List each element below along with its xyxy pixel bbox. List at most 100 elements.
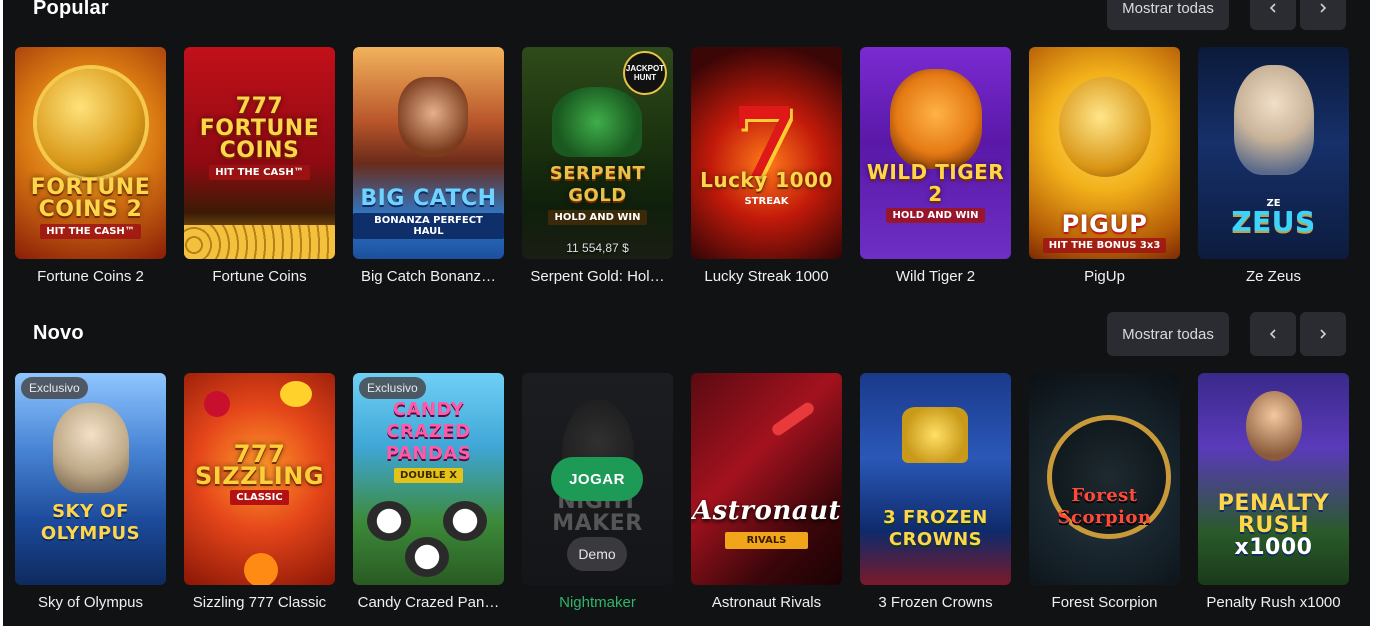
game-name[interactable]: PigUp [1029, 268, 1180, 285]
game-card[interactable]: 777 SIZZLING CLASSIC Sizzling 777 Classi… [184, 373, 335, 611]
game-name[interactable]: Big Catch Bonanz… [353, 268, 504, 285]
game-thumbnail[interactable]: Forest Scorpion [1029, 373, 1180, 585]
game-art: WILD TIGER 2 HOLD AND WIN [860, 47, 1011, 259]
game-name[interactable]: 3 Frozen Crowns [860, 594, 1011, 611]
game-thumbnail[interactable]: Exclusivo CANDY CRAZED PANDAS DOUBLE X [353, 373, 504, 585]
game-thumbnail[interactable]: FORTUNE COINS 2 HIT THE CASH™ [15, 47, 166, 259]
game-art: BIG CATCH BONANZA PERFECT HAUL [353, 47, 504, 259]
game-thumbnail[interactable]: NIGHT MAKER JOGAR Demo [522, 373, 673, 585]
game-art-subtitle: STREAK [744, 196, 789, 207]
game-thumbnail[interactable]: 3 FROZEN CROWNS [860, 373, 1011, 585]
game-art-title: 3 FROZEN CROWNS [883, 507, 988, 550]
next-button[interactable] [1300, 0, 1346, 30]
demo-button[interactable]: Demo [567, 537, 627, 571]
section-title: Popular [33, 0, 109, 19]
game-card[interactable]: PIGUP HIT THE BONUS 3x3 PigUp [1029, 47, 1180, 285]
game-name[interactable]: Ze Zeus [1198, 268, 1349, 285]
game-name[interactable]: Serpent Gold: Hol… [522, 268, 673, 285]
game-art-subtitle: DOUBLE X [394, 468, 463, 483]
game-art-subtitle: HIT THE CASH™ [209, 165, 310, 180]
game-name[interactable]: Fortune Coins 2 [15, 268, 166, 285]
play-button[interactable]: JOGAR [551, 457, 643, 501]
game-card[interactable]: PENALTY RUSH x1000 Penalty Rush x1000 [1198, 373, 1349, 611]
game-art-title: SKY OF OLYMPUS [40, 501, 141, 544]
game-card[interactable]: Forest Scorpion Forest Scorpion [1029, 373, 1180, 611]
game-art-title: BIG CATCH [360, 186, 497, 211]
game-thumbnail[interactable]: 777 SIZZLING CLASSIC [184, 373, 335, 585]
chevron-left-icon [1269, 3, 1276, 13]
game-art-title: 777 SIZZLING [194, 440, 325, 490]
game-art-title: PIGUP [1061, 210, 1148, 238]
game-thumbnail[interactable]: PENALTY RUSH x1000 [1198, 373, 1349, 585]
game-thumbnail[interactable]: BIG CATCH BONANZA PERFECT HAUL [353, 47, 504, 259]
game-art-subtitle: HIT THE CASH™ [40, 224, 141, 239]
game-card[interactable]: Astronaut RIVALS Astronaut Rivals [691, 373, 842, 611]
game-card[interactable]: 777 FORTUNE COINS HIT THE CASH™ Fortune … [184, 47, 335, 285]
game-thumbnail[interactable]: Exclusivo SKY OF OLYMPUS [15, 373, 166, 585]
game-name[interactable]: Astronaut Rivals [691, 594, 842, 611]
game-name[interactable]: Sizzling 777 Classic [184, 594, 335, 611]
game-name[interactable]: Wild Tiger 2 [860, 268, 1011, 285]
game-card[interactable]: Exclusivo CANDY CRAZED PANDAS DOUBLE X C… [353, 373, 504, 611]
game-name[interactable]: Penalty Rush x1000 [1198, 594, 1349, 611]
game-art-title: CANDY CRAZED PANDAS [385, 399, 472, 464]
game-name[interactable]: Lucky Streak 1000 [691, 268, 842, 285]
game-thumbnail[interactable]: Astronaut RIVALS [691, 373, 842, 585]
game-art-subtitle: BONANZA PERFECT HAUL [353, 213, 504, 239]
chevron-left-icon [1269, 329, 1276, 339]
game-card[interactable]: ZE ZEUS Ze Zeus [1198, 47, 1349, 285]
game-art-title: SERPENT GOLD [549, 163, 646, 206]
game-art-title: Forest Scorpion [1057, 485, 1152, 528]
game-card[interactable]: 7 Lucky 1000 STREAK Lucky Streak 1000 [691, 47, 842, 285]
prev-button[interactable] [1250, 0, 1296, 30]
game-art-title: 777 FORTUNE COINS [199, 94, 320, 163]
game-art-title: Astronaut [691, 496, 842, 526]
game-art-title: FORTUNE COINS 2 [30, 175, 151, 222]
prev-button[interactable] [1250, 312, 1296, 356]
game-art: SERPENT GOLD HOLD AND WIN [522, 47, 673, 259]
game-art: 777 SIZZLING CLASSIC [184, 373, 335, 585]
jackpot-amount: 11 554,87 $ [566, 241, 629, 255]
game-art-title: PENALTY RUSH [1217, 491, 1330, 538]
game-thumbnail[interactable]: PIGUP HIT THE BONUS 3x3 [1029, 47, 1180, 259]
game-thumbnail[interactable]: ZE ZEUS [1198, 47, 1349, 259]
game-art-title: Lucky 1000 [700, 168, 833, 192]
game-art-subtitle: HIT THE BONUS 3x3 [1042, 238, 1167, 253]
game-thumbnail[interactable]: JACKPOT HUNT SERPENT GOLD HOLD AND WIN 1… [522, 47, 673, 259]
game-art: Forest Scorpion [1029, 373, 1180, 585]
game-art: SKY OF OLYMPUS [15, 373, 166, 585]
game-card[interactable]: FORTUNE COINS 2 HIT THE CASH™ Fortune Co… [15, 47, 166, 285]
game-art-subtitle: x1000 [1234, 535, 1313, 560]
game-art-subtitle: HOLD AND WIN [548, 210, 647, 225]
game-card[interactable]: BIG CATCH BONANZA PERFECT HAUL Big Catch… [353, 47, 504, 285]
game-name[interactable]: Nightmaker [522, 594, 673, 611]
game-art: Lucky 1000 STREAK [691, 47, 842, 259]
game-card[interactable]: Exclusivo SKY OF OLYMPUS Sky of Olympus [15, 373, 166, 611]
game-card[interactable]: JACKPOT HUNT SERPENT GOLD HOLD AND WIN 1… [522, 47, 673, 285]
game-art: FORTUNE COINS 2 HIT THE CASH™ [15, 47, 166, 259]
game-card[interactable]: NIGHT MAKER JOGAR Demo Nightmaker [522, 373, 673, 611]
show-all-button[interactable]: Mostrar todas [1107, 312, 1229, 356]
game-name[interactable]: Forest Scorpion [1029, 594, 1180, 611]
game-art: 3 FROZEN CROWNS [860, 373, 1011, 585]
game-art: CANDY CRAZED PANDAS DOUBLE X [353, 373, 504, 585]
next-button[interactable] [1300, 312, 1346, 356]
game-art-subtitle: HOLD AND WIN [886, 208, 985, 223]
game-art: ZE ZEUS [1198, 47, 1349, 259]
game-name[interactable]: Candy Crazed Pan… [353, 594, 504, 611]
gold-coins-pile [184, 225, 335, 259]
game-name[interactable]: Fortune Coins [184, 268, 335, 285]
game-art: Astronaut RIVALS [691, 373, 842, 585]
chevron-right-icon [1320, 3, 1327, 13]
show-all-button[interactable]: Mostrar todas [1107, 0, 1229, 30]
game-card[interactable]: WILD TIGER 2 HOLD AND WIN Wild Tiger 2 [860, 47, 1011, 285]
game-thumbnail[interactable]: WILD TIGER 2 HOLD AND WIN [860, 47, 1011, 259]
game-lobby: Popular Mostrar todas FORTUNE COINS 2 HI… [3, 0, 1370, 626]
game-thumbnail[interactable]: 777 FORTUNE COINS HIT THE CASH™ [184, 47, 335, 259]
game-art-subtitle: CLASSIC [230, 490, 289, 505]
game-art-title: WILD TIGER 2 [866, 160, 1005, 206]
game-art: PENALTY RUSH x1000 [1198, 373, 1349, 585]
game-name[interactable]: Sky of Olympus [15, 594, 166, 611]
game-thumbnail[interactable]: 7 Lucky 1000 STREAK [691, 47, 842, 259]
game-card[interactable]: 3 FROZEN CROWNS 3 Frozen Crowns [860, 373, 1011, 611]
